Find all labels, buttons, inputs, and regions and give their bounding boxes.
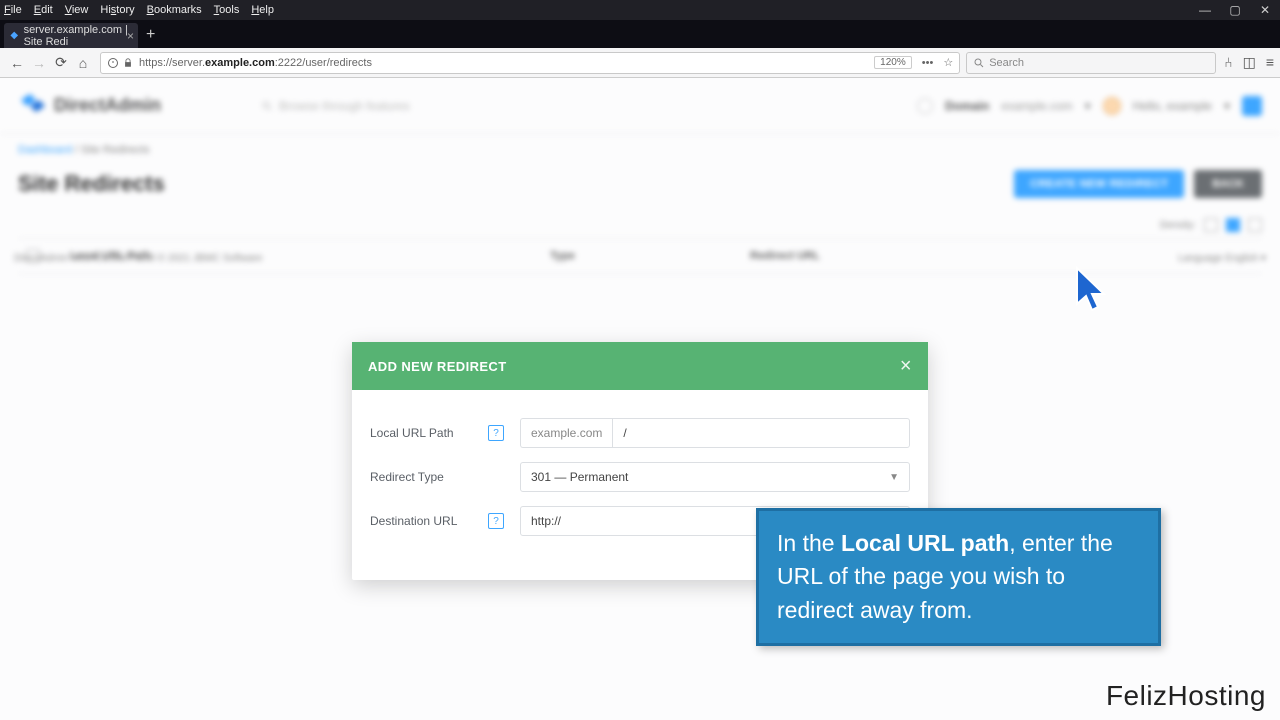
modal-title: ADD NEW REDIRECT [368,359,507,374]
app-header: DirectAdmin Browse through features Doma… [0,78,1280,134]
search-placeholder: Search [989,57,1024,69]
density-switch: Density: [18,218,1262,232]
bookmark-icon[interactable]: ☆ [943,56,953,69]
greeting: Hello, example [1133,99,1212,113]
avatar[interactable] [1103,97,1121,115]
zoom-badge[interactable]: 120% [874,56,912,69]
url-text: https://server.example.com:2222/user/red… [139,57,868,69]
theme-toggle[interactable] [1242,96,1262,116]
footer-lang[interactable]: Language English ▾ [1178,253,1266,264]
close-window-button[interactable]: ✕ [1250,0,1280,20]
library-icon[interactable]: ⑃ [1224,54,1232,71]
browser-search[interactable]: Search [966,52,1216,74]
menu-file[interactable]: File [4,4,22,16]
menu-edit[interactable]: Edit [34,4,53,16]
forward-button[interactable]: → [28,55,50,71]
menu-help[interactable]: Help [251,4,274,16]
minimize-button[interactable]: — [1190,0,1220,20]
watermark: FelizHosting [1106,680,1266,712]
app-search[interactable]: Browse through features [261,99,410,113]
redirect-type-select[interactable]: 301 — Permanent ▼ [520,462,910,492]
maximize-button[interactable]: ▢ [1220,0,1250,20]
favicon-icon: ◆ [10,30,19,42]
back-button[interactable]: BACK [1194,170,1262,198]
hamburger-icon[interactable]: ≡ [1266,54,1274,71]
new-tab-button[interactable]: + [146,26,155,44]
domain-value[interactable]: example.com [1001,99,1072,113]
density-normal[interactable] [1226,218,1240,232]
sidebar-icon[interactable]: ◫ [1243,54,1256,71]
help-icon[interactable]: ? [488,513,504,529]
footer-copy: DirectAdmin Web Control Panel © 2021 JBM… [14,253,262,264]
back-button[interactable]: ← [6,55,28,71]
app-footer: DirectAdmin Web Control Panel © 2021 JBM… [0,243,1280,274]
browser-menubar: File Edit View History Bookmarks Tools H… [0,0,1280,20]
window-controls: — ▢ ✕ [1190,0,1280,20]
density-wide[interactable] [1248,218,1262,232]
modal-close-icon[interactable]: × [900,355,912,378]
chevron-down-icon[interactable]: ▾ [1224,99,1230,113]
brand-name: DirectAdmin [54,95,161,116]
notif-icon[interactable] [917,98,933,114]
home-button[interactable]: ⌂ [72,55,94,71]
create-redirect-button[interactable]: CREATE NEW REDIRECT [1014,170,1184,198]
address-bar[interactable]: https://server.example.com:2222/user/red… [100,52,960,74]
site-info-icon[interactable] [107,57,133,69]
tab-title: server.example.com | Site Redi [24,24,132,48]
domain-prefix: example.com [520,418,612,448]
help-icon[interactable]: ? [488,425,504,441]
breadcrumb-here: Site Redirects [81,144,149,156]
browser-toolbar: ← → ⟳ ⌂ https://server.example.com:2222/… [0,48,1280,78]
tutorial-caption: In the Local URL path, enter the URL of … [756,508,1161,646]
tab-close-icon[interactable]: × [127,29,134,43]
page-title: Site Redirects [18,171,165,197]
chevron-down-icon[interactable]: ▾ [1085,99,1091,113]
local-url-input[interactable]: / [612,418,910,448]
reload-button[interactable]: ⟳ [50,54,72,71]
breadcrumb-root[interactable]: Dashboard [18,144,72,156]
density-compact[interactable] [1204,218,1218,232]
browser-tab[interactable]: ◆ server.example.com | Site Redi × [4,23,138,48]
menu-view[interactable]: View [65,4,89,16]
app-logo[interactable]: DirectAdmin [18,91,161,121]
chevron-down-icon: ▼ [889,472,899,483]
tab-strip: ◆ server.example.com | Site Redi × + [0,20,1280,48]
local-url-label: Local URL Path [370,426,454,440]
domain-label: Domain [945,99,989,113]
menu-bookmarks[interactable]: Bookmarks [147,4,202,16]
more-icon[interactable]: ••• [922,57,934,69]
breadcrumb: Dashboard / Site Redirects [0,134,1280,166]
redirect-type-label: Redirect Type [370,470,444,484]
menu-tools[interactable]: Tools [214,4,240,16]
menu-history[interactable]: History [100,4,134,16]
destination-url-label: Destination URL [370,514,457,528]
modal-header: ADD NEW REDIRECT × [352,342,928,390]
